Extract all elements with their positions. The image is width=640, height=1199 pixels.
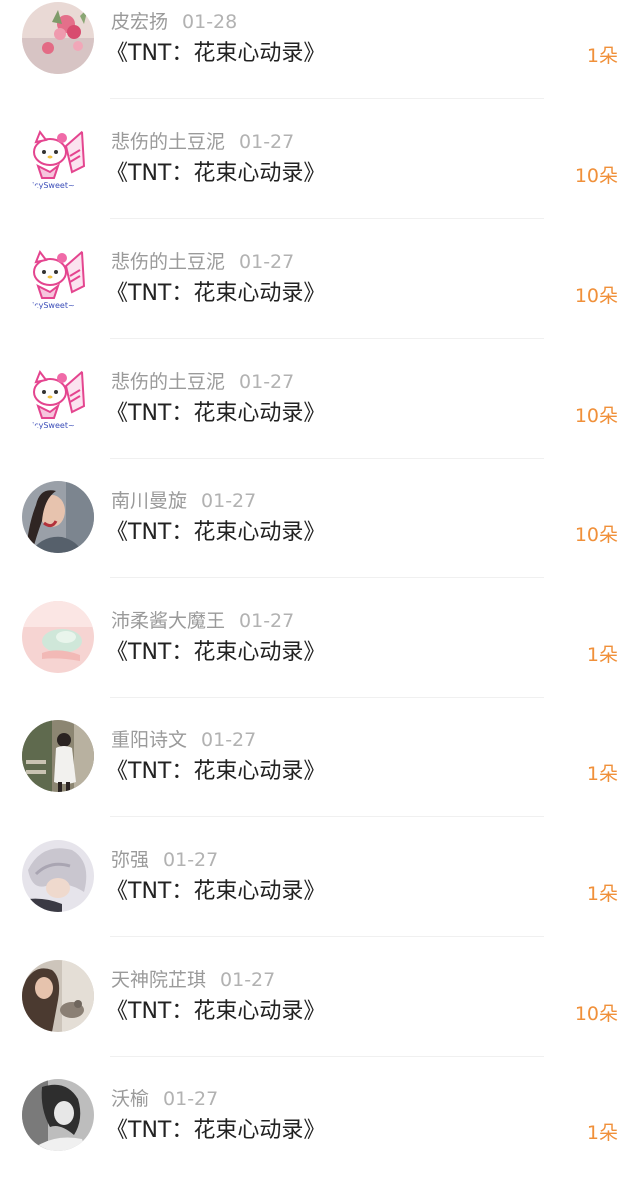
- avatar[interactable]: [22, 960, 94, 1032]
- list-item[interactable]: 沛柔酱大魔王 01-27 《TNT：花束心动录》 1朵: [0, 601, 640, 721]
- send-date: 01-27: [239, 131, 295, 153]
- avatar[interactable]: [22, 1079, 94, 1151]
- avatar[interactable]: icySweet~: [22, 122, 94, 194]
- work-title: 《TNT：花束心动录》: [106, 401, 326, 426]
- sender-name: 沃榆: [111, 1088, 150, 1110]
- flower-count: 1朵: [586, 45, 618, 67]
- sender-line: 悲伤的土豆泥 01-27: [111, 130, 294, 154]
- send-date: 01-27: [239, 251, 295, 273]
- divider: [110, 338, 544, 339]
- send-date: 01-27: [220, 969, 276, 991]
- sender-line: 悲伤的土豆泥 01-27: [111, 250, 294, 274]
- list-item[interactable]: 重阳诗文 01-27 《TNT：花束心动录》 1朵: [0, 720, 640, 840]
- send-date: 01-27: [201, 490, 257, 512]
- send-date: 01-27: [239, 610, 295, 632]
- flower-count: 10朵: [574, 1003, 618, 1025]
- sender-line: 天神院芷琪 01-27: [111, 968, 275, 992]
- flower-count: 1朵: [586, 1122, 618, 1144]
- avatar[interactable]: [22, 481, 94, 553]
- work-title: 《TNT：花束心动录》: [106, 999, 326, 1024]
- sender-line: 重阳诗文 01-27: [111, 728, 256, 752]
- list-item[interactable]: 弥强 01-27 《TNT：花束心动录》 1朵: [0, 840, 640, 960]
- avatar[interactable]: icySweet~: [22, 242, 94, 314]
- list-item[interactable]: 南川曼旋 01-27 《TNT：花束心动录》 10朵: [0, 481, 640, 601]
- svg-text:icySweet~: icySweet~: [32, 421, 75, 430]
- work-title: 《TNT：花束心动录》: [106, 520, 326, 545]
- flower-count: 1朵: [586, 763, 618, 785]
- avatar[interactable]: [22, 2, 94, 74]
- sender-line: 悲伤的土豆泥 01-27: [111, 370, 294, 394]
- divider: [110, 697, 544, 698]
- sender-line: 南川曼旋 01-27: [111, 489, 256, 513]
- list-item[interactable]: 皮宏扬 01-28 《TNT：花束心动录》 1朵: [0, 2, 640, 122]
- send-date: 01-27: [163, 849, 219, 871]
- svg-text:icySweet~: icySweet~: [32, 301, 75, 310]
- send-date: 01-27: [239, 371, 295, 393]
- divider: [110, 816, 544, 817]
- divider: [110, 98, 544, 99]
- sender-line: 沃榆 01-27: [111, 1087, 218, 1111]
- work-title: 《TNT：花束心动录》: [106, 161, 326, 186]
- avatar[interactable]: [22, 840, 94, 912]
- flower-count: 10朵: [574, 285, 618, 307]
- list-item[interactable]: icySweet~ 悲伤的土豆泥 01-27 《TNT：花束心动录》 10朵: [0, 362, 640, 482]
- sender-name: 重阳诗文: [111, 729, 188, 751]
- sender-name: 沛柔酱大魔王: [111, 610, 226, 632]
- work-title: 《TNT：花束心动录》: [106, 41, 326, 66]
- list-item[interactable]: 天神院芷琪 01-27 《TNT：花束心动录》 10朵: [0, 960, 640, 1080]
- divider: [110, 218, 544, 219]
- list-item[interactable]: 沃榆 01-27 《TNT：花束心动录》 1朵: [0, 1079, 640, 1199]
- divider: [110, 458, 544, 459]
- work-title: 《TNT：花束心动录》: [106, 1118, 326, 1143]
- divider: [110, 1056, 544, 1057]
- avatar[interactable]: [22, 720, 94, 792]
- list-item[interactable]: icySweet~ 悲伤的土豆泥 01-27 《TNT：花束心动录》 10朵: [0, 242, 640, 362]
- avatar[interactable]: [22, 601, 94, 673]
- sender-name: 弥强: [111, 849, 150, 871]
- work-title: 《TNT：花束心动录》: [106, 879, 326, 904]
- send-date: 01-27: [201, 729, 257, 751]
- work-title: 《TNT：花束心动录》: [106, 281, 326, 306]
- sender-name: 悲伤的土豆泥: [111, 251, 226, 273]
- work-title: 《TNT：花束心动录》: [106, 640, 326, 665]
- gift-record-list: 皮宏扬01-28 《TNT：花束心动录》 1朵 icySweet~ 悲伤的土豆: [0, 0, 640, 1175]
- avatar[interactable]: icySweet~: [22, 362, 94, 434]
- flower-count: 10朵: [574, 165, 618, 187]
- flower-count: 1朵: [586, 644, 618, 666]
- svg-text:icySweet~: icySweet~: [32, 181, 75, 190]
- flower-count: 1朵: [586, 883, 618, 905]
- sender-line: 皮宏扬 01-28: [111, 10, 237, 34]
- sender-name: 南川曼旋: [111, 490, 188, 512]
- sender-line: 沛柔酱大魔王 01-27: [111, 609, 294, 633]
- sender-name: 悲伤的土豆泥: [111, 131, 226, 153]
- sender-line: 弥强 01-27: [111, 848, 218, 872]
- divider: [110, 936, 544, 937]
- work-title: 《TNT：花束心动录》: [106, 759, 326, 784]
- sender-name: 皮宏扬: [111, 11, 169, 33]
- send-date: 01-27: [163, 1088, 219, 1110]
- list-item[interactable]: icySweet~ 悲伤的土豆泥 01-27 《TNT：花束心动录》 10朵: [0, 122, 640, 242]
- flower-count: 10朵: [574, 524, 618, 546]
- sender-name: 悲伤的土豆泥: [111, 371, 226, 393]
- sender-name: 天神院芷琪: [111, 969, 207, 991]
- divider: [110, 577, 544, 578]
- flower-count: 10朵: [574, 405, 618, 427]
- send-date: 01-28: [182, 11, 238, 33]
